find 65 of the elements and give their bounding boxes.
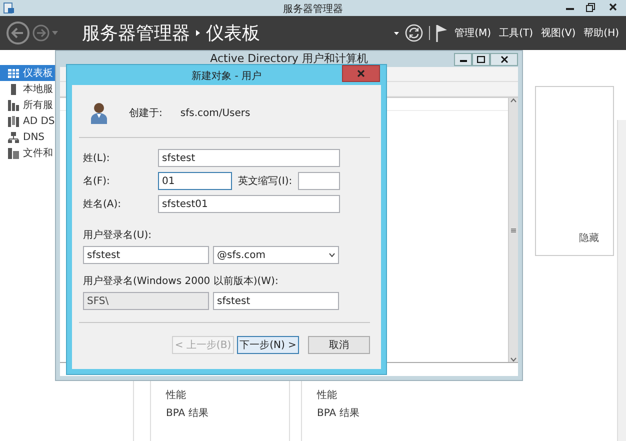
- restore-icon: [586, 2, 594, 12]
- network-icon: [8, 132, 19, 142]
- minimize-button[interactable]: [454, 52, 472, 66]
- grip-icon[interactable]: [511, 228, 516, 232]
- field-label: 英文缩写(I):: [238, 174, 292, 188]
- app-icon: [3, 2, 15, 14]
- window-title: 服务器管理器: [283, 3, 343, 16]
- caret-icon[interactable]: [394, 32, 399, 34]
- close-icon: [500, 56, 508, 62]
- text-field[interactable]: sfstest: [158, 149, 340, 167]
- sidebar-item[interactable]: AD DS: [0, 113, 55, 129]
- close-icon: [357, 70, 365, 77]
- tile-item[interactable]: BPA 结果: [317, 406, 360, 420]
- created-in-label: 创建于:: [129, 106, 162, 120]
- text-field[interactable]: 01: [158, 172, 232, 190]
- text-field[interactable]: [298, 172, 340, 190]
- window-title: Active Directory 用户和计算机: [210, 51, 368, 66]
- close-button[interactable]: [490, 52, 518, 66]
- maximize-icon: [477, 56, 485, 62]
- hide-link[interactable]: 隐藏: [579, 231, 599, 245]
- close-icon: [609, 3, 617, 11]
- field-label: 用户登录名(U):: [83, 228, 152, 242]
- menu-item[interactable]: 视图(V): [540, 26, 577, 40]
- flag-icon[interactable]: [436, 24, 448, 42]
- dialog-title: 新建对象 - 用户: [192, 70, 262, 83]
- forward-icon[interactable]: [32, 24, 50, 42]
- menu-item[interactable]: 帮助(H): [582, 26, 620, 40]
- maximize-button[interactable]: [472, 52, 490, 66]
- breadcrumb-item[interactable]: 仪表板: [206, 21, 260, 45]
- server-icon: [8, 84, 19, 94]
- text-field[interactable]: sfstest01: [158, 195, 340, 213]
- dialog-button[interactable]: 下一步(N) >: [237, 336, 299, 354]
- dialog-button[interactable]: 取消: [308, 336, 370, 354]
- dashboard-icon: [8, 68, 19, 78]
- scrollbar[interactable]: [617, 120, 626, 441]
- sidebar-item[interactable]: 仪表板: [0, 65, 55, 81]
- tile-item[interactable]: BPA 结果: [166, 406, 208, 420]
- server-group-icon: [8, 116, 19, 126]
- tile-item[interactable]: 性能: [166, 388, 208, 402]
- text-field[interactable]: sfstest: [83, 246, 209, 264]
- text-field[interactable]: sfstest: [213, 292, 339, 310]
- field-label: 姓名(A):: [83, 198, 122, 211]
- field-label: 姓(L):: [83, 152, 111, 165]
- scroll-up-icon[interactable]: [510, 98, 517, 103]
- user-icon: [91, 102, 107, 124]
- servers-icon: [8, 100, 19, 110]
- field-label: 用户登录名(Windows 2000 以前版本)(W):: [83, 274, 280, 288]
- sidebar-item[interactable]: 文件和: [0, 145, 55, 161]
- sidebar-item[interactable]: 本地服: [0, 81, 55, 97]
- sidebar-item[interactable]: DNS: [0, 129, 55, 145]
- file-storage-icon: [8, 148, 19, 158]
- created-in-path: sfs.com/Users: [180, 108, 250, 118]
- scroll-down-icon[interactable]: [510, 357, 517, 362]
- back-icon[interactable]: [6, 21, 30, 45]
- field-label: 名(F):: [83, 175, 111, 188]
- text-field[interactable]: SFS\: [83, 292, 209, 310]
- menu-item[interactable]: 工具(T): [498, 26, 534, 40]
- dropdown[interactable]: @sfs.com: [213, 246, 339, 264]
- breadcrumb-item[interactable]: 服务器管理器: [82, 21, 190, 45]
- breadcrumb-separator-icon: [196, 30, 200, 36]
- menu-item[interactable]: 管理(M): [454, 26, 492, 40]
- refresh-icon[interactable]: [404, 24, 423, 42]
- scrollbar[interactable]: [508, 98, 518, 362]
- tile-item[interactable]: 性能: [317, 388, 360, 402]
- sidebar-item[interactable]: 所有服: [0, 97, 55, 113]
